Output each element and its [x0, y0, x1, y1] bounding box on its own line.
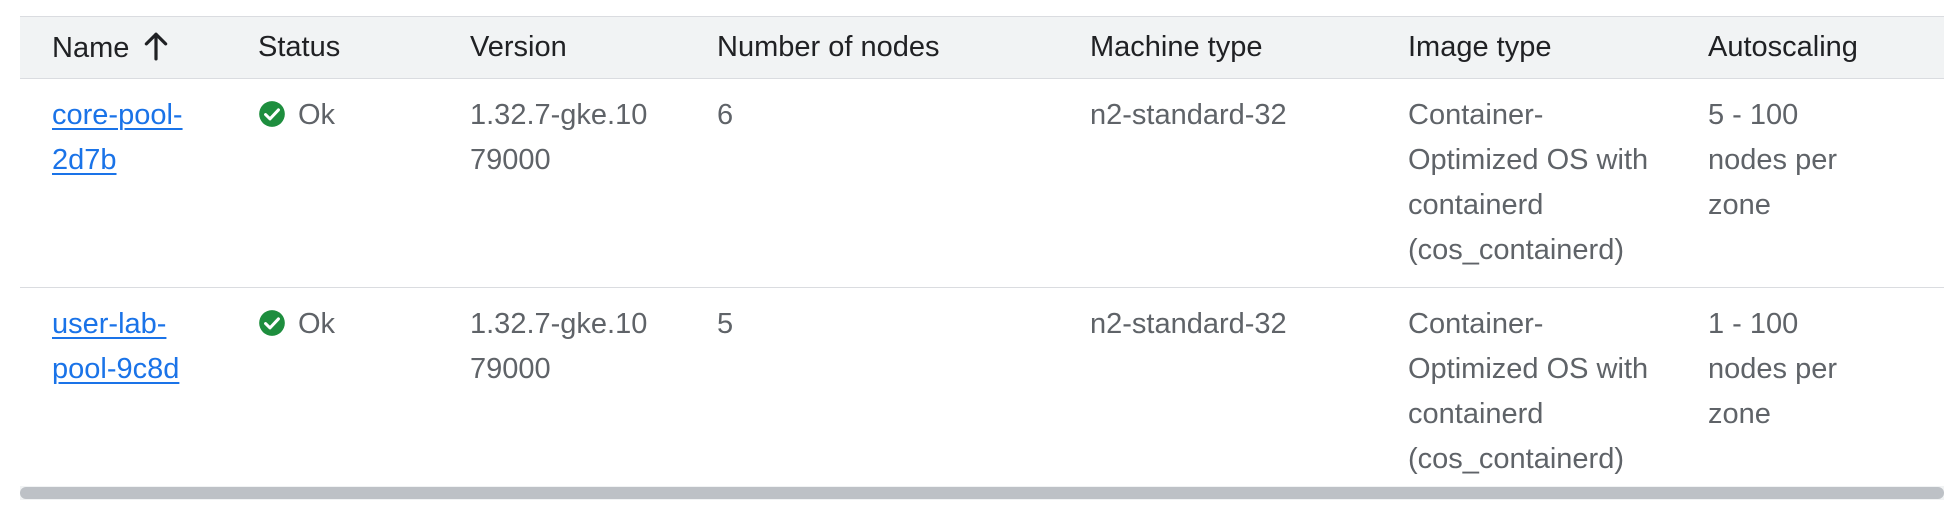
cell-autoscaling: 1 - 100 nodes per zone: [1676, 288, 1944, 479]
cell-image-type: Container-Optimized OS with containerd (…: [1376, 79, 1676, 288]
column-header-name[interactable]: Name: [20, 16, 226, 79]
column-header-autoscaling[interactable]: Autoscaling: [1676, 16, 1944, 79]
table-header-row: Name Status Version Number of nodes Mach…: [20, 16, 1944, 79]
node-count: 6: [717, 99, 734, 131]
arrow-up-icon[interactable]: [143, 31, 169, 61]
column-header-version[interactable]: Version: [438, 16, 685, 79]
cell-version: 1.32.7-gke.1079000: [438, 288, 685, 479]
column-header-label: Image type: [1408, 31, 1552, 63]
status-text: Ok: [298, 308, 336, 340]
cell-machine-type: n2-standard-32: [1058, 288, 1376, 479]
check-circle-icon: [259, 310, 285, 336]
column-header-label: Version: [470, 31, 567, 63]
cell-name: core-pool-2d7b: [20, 79, 226, 288]
column-header-label: Name: [52, 31, 130, 64]
status-text: Ok: [298, 99, 336, 131]
scrollbar-thumb[interactable]: [20, 487, 1944, 499]
node-pools-table: Name Status Version Number of nodes Mach…: [20, 16, 1944, 478]
column-header-label: Autoscaling: [1708, 31, 1858, 63]
cell-image-type: Container-Optimized OS with containerd (…: [1376, 288, 1676, 479]
node-pool-link[interactable]: core-pool-2d7b: [52, 93, 202, 183]
horizontal-scrollbar[interactable]: [20, 486, 1944, 500]
cell-name: user-lab-pool-9c8d: [20, 288, 226, 479]
machine-type-text: n2-standard-32: [1090, 99, 1287, 131]
column-header-machine-type[interactable]: Machine type: [1058, 16, 1376, 79]
column-header-image-type[interactable]: Image type: [1376, 16, 1676, 79]
cell-status: Ok: [226, 79, 438, 288]
cell-autoscaling: 5 - 100 nodes per zone: [1676, 79, 1944, 288]
version-text: 1.32.7-gke.1079000: [470, 308, 648, 385]
node-count: 5: [717, 308, 734, 340]
cell-version: 1.32.7-gke.1079000: [438, 79, 685, 288]
cell-nodes: 5: [685, 288, 1058, 479]
autoscaling-text: 1 - 100 nodes per zone: [1708, 308, 1837, 430]
version-text: 1.32.7-gke.1079000: [470, 99, 648, 176]
cell-status: Ok: [226, 288, 438, 479]
check-circle-icon: [259, 101, 285, 127]
autoscaling-text: 5 - 100 nodes per zone: [1708, 99, 1837, 221]
node-pools-table-container: Name Status Version Number of nodes Mach…: [20, 16, 1944, 478]
column-header-status[interactable]: Status: [226, 16, 438, 79]
table-row: user-lab-pool-9c8d Ok 1.32.7-gke.1079000…: [20, 288, 1944, 479]
column-header-nodes[interactable]: Number of nodes: [685, 16, 1058, 79]
image-type-text: Container-Optimized OS with containerd (…: [1408, 99, 1649, 266]
table-row: core-pool-2d7b Ok 1.32.7-gke.1079000 6 n…: [20, 79, 1944, 288]
cell-nodes: 6: [685, 79, 1058, 288]
node-pool-link[interactable]: user-lab-pool-9c8d: [52, 302, 202, 392]
column-header-label: Machine type: [1090, 31, 1263, 63]
machine-type-text: n2-standard-32: [1090, 308, 1287, 340]
image-type-text: Container-Optimized OS with containerd (…: [1408, 308, 1649, 475]
column-header-label: Status: [258, 31, 341, 63]
column-header-label: Number of nodes: [717, 31, 940, 63]
cell-machine-type: n2-standard-32: [1058, 79, 1376, 288]
